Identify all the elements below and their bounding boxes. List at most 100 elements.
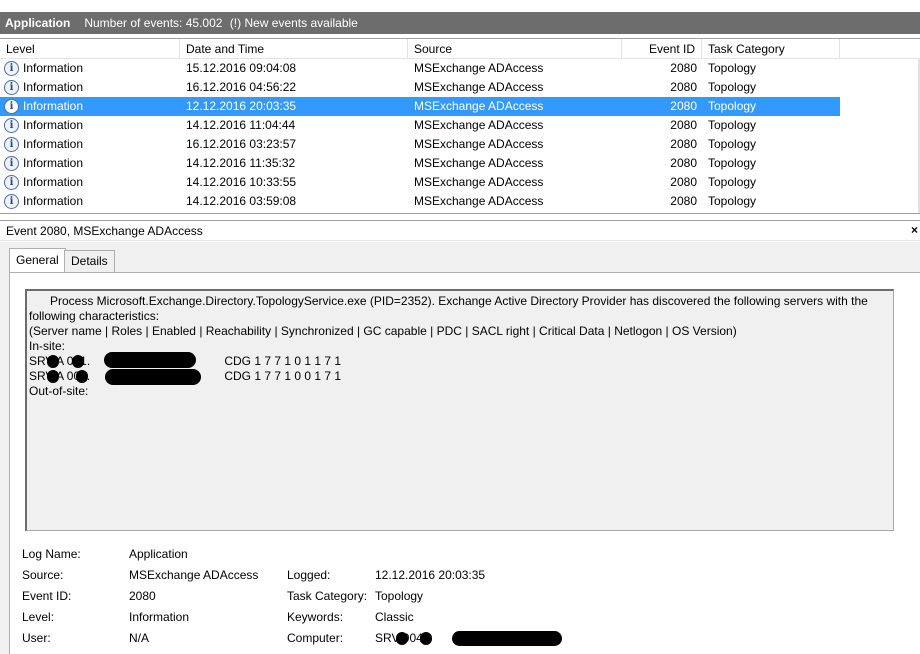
information-icon: i xyxy=(4,175,19,190)
level-cell: i Information xyxy=(4,97,174,116)
redaction-mark xyxy=(47,355,59,368)
redaction-mark xyxy=(104,352,196,368)
level-value: Information xyxy=(129,610,190,624)
level-text: Information xyxy=(23,156,84,170)
level-text: Information xyxy=(23,137,84,151)
task-category-label: Task Category: xyxy=(287,589,368,603)
description-line: Process Microsoft.Exchange.Directory.Top… xyxy=(50,294,868,308)
source-cell: MSExchange ADAccess xyxy=(414,61,544,75)
date-cell: 14.12.2016 11:35:32 xyxy=(186,156,296,170)
event-properties: Log Name: Application Source: MSExchange… xyxy=(22,545,912,654)
information-icon: i xyxy=(4,118,19,133)
level-cell: i Information xyxy=(4,78,174,97)
redaction-mark xyxy=(420,632,432,645)
source-cell: MSExchange ADAccess xyxy=(414,99,544,113)
event-row[interactable]: i Information 14.12.2016 10:33:55 MSExcha… xyxy=(0,173,840,192)
source-cell: MSExchange ADAccess xyxy=(414,137,544,151)
user-value: N/A xyxy=(129,631,150,645)
event-row[interactable]: i Information 16.12.2016 04:56:22 MSExcha… xyxy=(0,78,840,97)
event-id-label: Event ID: xyxy=(22,589,72,603)
redaction-mark xyxy=(76,370,88,383)
event-row-selected[interactable]: i Information 12.12.2016 20:03:35 MSExcha… xyxy=(0,97,840,116)
grid-header: Level Date and Time Source Event ID Task… xyxy=(0,39,920,59)
event-detail-header: Event 2080, MSExchange ADAccess × xyxy=(0,220,920,241)
event-id-cell: 2080 xyxy=(670,156,697,170)
source-cell: MSExchange ADAccess xyxy=(414,194,544,208)
tab-general[interactable]: General xyxy=(9,248,66,272)
source-cell: MSExchange ADAccess xyxy=(414,175,544,189)
redaction-mark xyxy=(396,632,408,645)
column-header-level[interactable]: Level xyxy=(0,39,180,59)
description-line: (Server name | Roles | Enabled | Reachab… xyxy=(29,324,737,338)
server-line: SRV A 001. CDG 1 7 7 1 0 1 1 7 1 xyxy=(29,352,891,369)
level-text: Information xyxy=(23,194,84,208)
event-id-cell: 2080 xyxy=(670,175,697,189)
event-id-cell: 2080 xyxy=(670,61,697,75)
close-icon[interactable]: × xyxy=(911,223,918,237)
information-icon: i xyxy=(4,156,19,171)
redaction-mark xyxy=(452,631,562,646)
date-cell: 16.12.2016 04:56:22 xyxy=(186,80,297,94)
level-cell: i Information xyxy=(4,192,174,211)
server-characteristics: CDG 1 7 7 1 0 0 1 7 1 xyxy=(224,369,342,383)
source-cell: MSExchange ADAccess xyxy=(414,118,544,132)
event-id-value: 2080 xyxy=(129,589,156,603)
date-cell: 14.12.2016 10:33:55 xyxy=(186,175,297,189)
event-detail-area: General Details Process Microsoft.Exchan… xyxy=(0,242,920,654)
server-name: SRV A 001. xyxy=(29,352,221,369)
event-count-info: Number of events: 45.002 (!) New events … xyxy=(84,16,358,30)
task-cell: Topology xyxy=(708,194,757,208)
event-row[interactable]: i Information 14.12.2016 03:59:08 MSExcha… xyxy=(0,192,840,211)
event-row[interactable]: i Information 14.12.2016 11:04:44 MSExcha… xyxy=(0,116,840,135)
column-header-date[interactable]: Date and Time xyxy=(180,39,408,59)
column-header-source[interactable]: Source xyxy=(408,39,622,59)
task-cell: Topology xyxy=(708,118,757,132)
new-events-notice[interactable]: (!) New events available xyxy=(230,16,358,30)
server-characteristics: CDG 1 7 7 1 0 1 1 7 1 xyxy=(224,354,342,368)
level-text: Information xyxy=(23,175,84,189)
user-label: User: xyxy=(22,631,51,645)
level-cell: i Information xyxy=(4,59,174,78)
event-row[interactable]: i Information 16.12.2016 03:23:57 MSExcha… xyxy=(0,135,840,154)
date-cell: 14.12.2016 11:04:44 xyxy=(186,118,296,132)
log-name-title: Application xyxy=(5,16,71,30)
keywords-label: Keywords: xyxy=(287,610,344,624)
event-id-cell: 2080 xyxy=(670,137,697,151)
window-top-edge xyxy=(0,0,920,12)
level-text: Information xyxy=(23,118,84,132)
source-value: MSExchange ADAccess xyxy=(129,568,259,582)
level-cell: i Information xyxy=(4,173,174,192)
redaction-mark xyxy=(72,355,84,368)
log-name-value: Application xyxy=(129,547,188,561)
date-cell: 14.12.2016 03:59:08 xyxy=(186,194,297,208)
column-header-event-id[interactable]: Event ID xyxy=(622,39,702,59)
computer-label: Computer: xyxy=(287,631,344,645)
task-cell: Topology xyxy=(708,175,757,189)
level-cell: i Information xyxy=(4,154,174,173)
information-icon: i xyxy=(4,194,19,209)
event-id-cell: 2080 xyxy=(670,118,697,132)
level-cell: i Information xyxy=(4,116,174,135)
event-detail-title: Event 2080, MSExchange ADAccess xyxy=(6,223,203,238)
redaction-mark xyxy=(47,370,59,383)
event-row[interactable]: i Information 15.12.2016 09:04:08 MSExcha… xyxy=(0,59,840,78)
computer-value: SRV 004. xyxy=(375,629,575,647)
level-text: Information xyxy=(23,61,84,75)
column-header-task-category[interactable]: Task Category xyxy=(702,39,840,59)
log-name-label: Log Name: xyxy=(22,547,81,561)
events-grid[interactable]: Level Date and Time Source Event ID Task… xyxy=(0,38,920,214)
logged-value: 12.12.2016 20:03:35 xyxy=(375,568,486,582)
information-icon: i xyxy=(4,80,19,95)
source-cell: MSExchange ADAccess xyxy=(414,80,544,94)
event-row[interactable]: i Information 14.12.2016 11:35:32 MSExcha… xyxy=(0,154,840,173)
level-text: Information xyxy=(23,80,84,94)
source-cell: MSExchange ADAccess xyxy=(414,156,544,170)
tab-details[interactable]: Details xyxy=(64,250,115,272)
server-line: SRV A 003. CDG 1 7 7 1 0 0 1 7 1 xyxy=(29,369,891,385)
task-cell: Topology xyxy=(708,61,757,75)
date-cell: 15.12.2016 09:04:08 xyxy=(186,61,297,75)
keywords-value: Classic xyxy=(375,610,414,624)
redaction-mark xyxy=(105,369,201,385)
event-description[interactable]: Process Microsoft.Exchange.Directory.Top… xyxy=(25,289,894,531)
task-category-value: Topology xyxy=(375,589,424,603)
